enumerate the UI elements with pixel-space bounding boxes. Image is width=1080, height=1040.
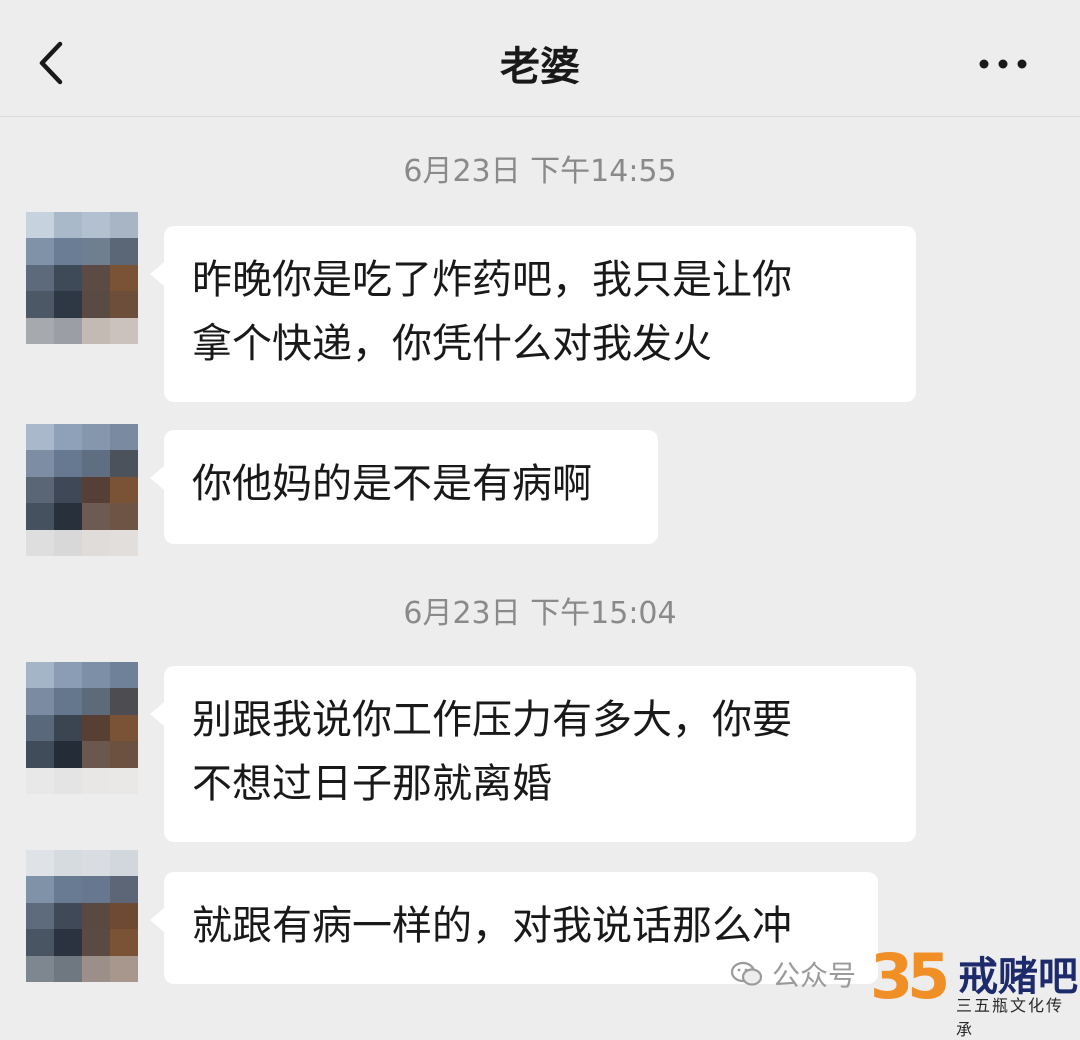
watermark-slogan: 三五瓶文化传承 — [956, 996, 1065, 1039]
avatar[interactable] — [26, 424, 138, 556]
watermark-account: 公众号 — [730, 954, 856, 994]
watermark: 公众号 35 戒赌吧 三五瓶文化传承 — [730, 940, 1080, 1039]
message-bubble[interactable]: 别跟我说你工作压力有多大，你要 不想过日子那就离婚 — [150, 666, 916, 842]
chat-title: 老婆 — [500, 44, 580, 90]
message-text: 别跟我说你工作压力有多大，你要 — [192, 697, 792, 743]
avatar[interactable] — [26, 850, 138, 982]
more-horizontal-icon — [979, 59, 1027, 69]
header-divider — [0, 116, 1080, 117]
message-text: 你他妈的是不是有病啊 — [192, 461, 592, 507]
timestamp: 6月23日 下午15:04 — [403, 596, 677, 631]
avatar[interactable] — [26, 212, 138, 344]
top-bar: 老婆 — [0, 0, 1080, 116]
more-button[interactable] — [972, 50, 1036, 78]
timestamp: 6月23日 下午14:55 — [403, 154, 677, 189]
watermark-account-label: 公众号 — [772, 959, 857, 992]
chevron-left-icon — [39, 41, 63, 85]
back-button[interactable] — [34, 40, 74, 86]
message-bubble[interactable]: 你他妈的是不是有病啊 — [150, 430, 658, 544]
message-text: 昨晚你是吃了炸药吧，我只是让你 — [192, 257, 792, 303]
message-text: 拿个快递，你凭什么对我发火 — [192, 321, 712, 367]
avatar[interactable] — [26, 662, 138, 794]
wechat-icon — [730, 961, 763, 986]
watermark-logo-number: 35 — [870, 940, 950, 1013]
message-text: 不想过日子那就离婚 — [192, 761, 552, 807]
message-bubble[interactable]: 昨晚你是吃了炸药吧，我只是让你 拿个快递，你凭什么对我发火 — [150, 226, 916, 402]
